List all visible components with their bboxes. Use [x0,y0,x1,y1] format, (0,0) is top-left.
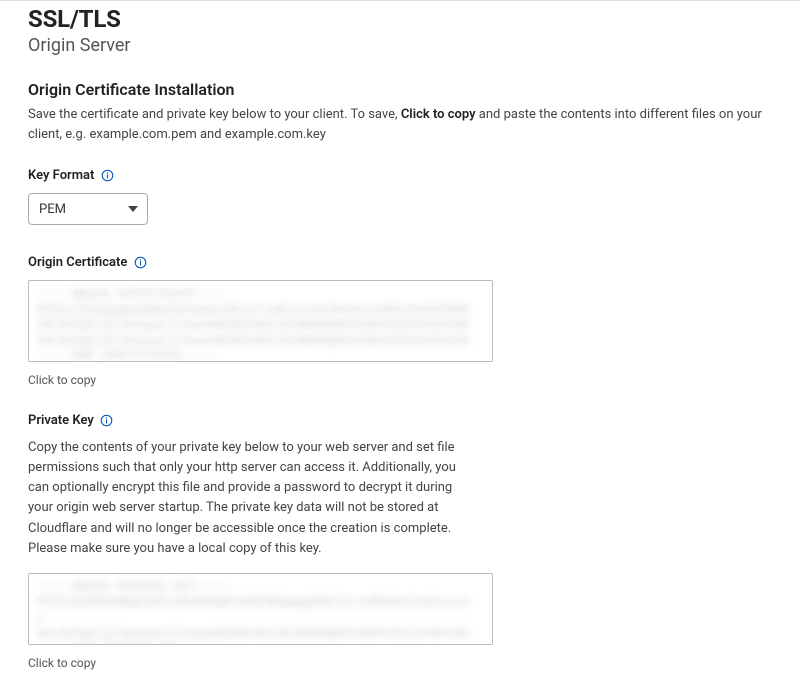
origin-cert-label: Origin Certificate [28,255,127,270]
private-key-description: Copy the contents of your private key be… [28,438,473,559]
key-format-selected-value: PEM [39,202,66,217]
info-icon[interactable] [100,169,114,183]
section-description: Save the certificate and private key bel… [28,105,772,144]
desc-text-bold: Click to copy [401,107,476,122]
key-format-label: Key Format [28,168,94,183]
origin-cert-copy[interactable]: Click to copy [28,373,96,387]
info-icon[interactable] [133,256,147,270]
info-icon[interactable] [100,414,114,428]
private-key-copy[interactable]: Click to copy [28,656,96,670]
page-title: SSL/TLS [28,5,772,33]
origin-cert-label-row: Origin Certificate [28,255,772,270]
key-format-select[interactable]: PEM [28,193,148,225]
origin-cert-textarea[interactable] [28,280,493,362]
key-format-label-row: Key Format [28,168,772,183]
page-subtitle: Origin Server [28,35,772,56]
private-key-label: Private Key [28,413,94,428]
private-key-label-row: Private Key [28,413,772,428]
desc-text-pre: Save the certificate and private key bel… [28,107,401,122]
section-heading: Origin Certificate Installation [28,80,772,99]
private-key-textarea[interactable] [28,573,493,645]
